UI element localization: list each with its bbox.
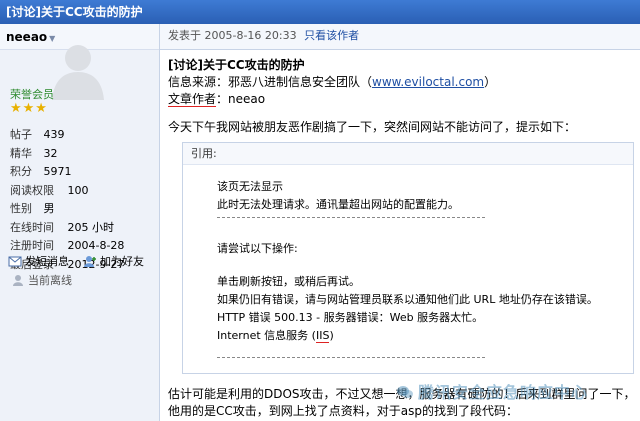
wechat-logo-icon (397, 386, 413, 398)
quote-line: 请尝试以下操作: (217, 242, 298, 255)
watermark: 腾讯安全应急响应中心 (396, 379, 588, 403)
divider (217, 357, 485, 358)
divider (217, 217, 485, 218)
post-author: 文章作者：neeao (168, 92, 266, 107)
post-header: 发表于 2005-8-16 20:33 只看该作者 (160, 24, 640, 50)
rank-stars-icon: ★★★ (10, 101, 48, 116)
post-timestamp: 发表于 2005-8-16 20:33 (168, 29, 297, 42)
stat-row: 帖子 439 (10, 128, 65, 141)
quote-line: 此时无法处理请求。通讯量超出网站的配置能力。 (217, 198, 459, 211)
post-title: [讨论]关于CC攻击的防护 (168, 58, 305, 72)
author-actions: 发短消息 加为好友 (8, 254, 144, 270)
quote-line: 如果仍旧有错误，请与网站管理员联系以通知他们此 URL 地址仍存在该错误。 (217, 293, 598, 306)
online-status: 当前离线 (12, 272, 72, 288)
stat-row: 在线时间 205 小时 (10, 220, 114, 234)
username[interactable]: neeao (6, 30, 47, 44)
stat-row: 阅读权限 100 (10, 183, 89, 197)
post-source: 信息来源：邪恶八进制信息安全团队（www.eviloctal.com） (168, 75, 497, 89)
quote-line: 单击刷新按钮，或稍后再试。 (217, 275, 360, 288)
stat-row: 精华 32 (10, 146, 58, 160)
quote-block: 引用: 该页无法显示 此时无法处理请求。通讯量超出网站的配置能力。 请尝试以下操… (182, 142, 634, 374)
action-row: 发短消息 加为好友 (8, 254, 144, 270)
source-link[interactable]: www.eviloctal.com (372, 75, 484, 89)
user-stats: 帖子 439 精华 32 积分 5971 阅读权限 100 性别 男 在线时间 … (10, 126, 124, 274)
add-friend-icon[interactable] (83, 255, 97, 267)
quote-line: Internet 信息服务 (IIS) (217, 329, 334, 343)
body-line: 他用的是CC攻击，到网上找了点资料，对于asp的找到了段代码： (168, 404, 518, 418)
status-text: 当前离线 (28, 274, 72, 287)
send-message-link[interactable]: 发短消息 (25, 255, 69, 268)
stat-row: 性别 男 (10, 202, 55, 215)
stat-row: 注册时间 2004-8-28 (10, 239, 125, 252)
envelope-icon[interactable] (8, 255, 22, 267)
offline-user-icon (13, 275, 23, 286)
quote-label: 引用: (183, 143, 633, 165)
stat-row: 积分 5971 (10, 165, 72, 178)
thread-title-bar: [讨论]关于CC攻击的防护 (0, 0, 640, 24)
post-content: [讨论]关于CC攻击的防护 信息来源：邪恶八进制信息安全团队（www.evilo… (168, 56, 634, 135)
avatar (52, 45, 104, 100)
add-friend-link[interactable]: 加为好友 (100, 255, 144, 268)
post-intro: 今天下午我网站被朋友恶作剧搞了一下，突然间网站不能访问了，提示如下： (168, 120, 577, 134)
quote-line: 该页无法显示 (217, 180, 283, 193)
only-author-link[interactable]: 只看该作者 (304, 29, 359, 42)
quote-line: HTTP 错误 500.13 - 服务器错误：Web 服务器太忙。 (217, 311, 484, 324)
user-rank: 荣誉会员 (10, 88, 54, 101)
